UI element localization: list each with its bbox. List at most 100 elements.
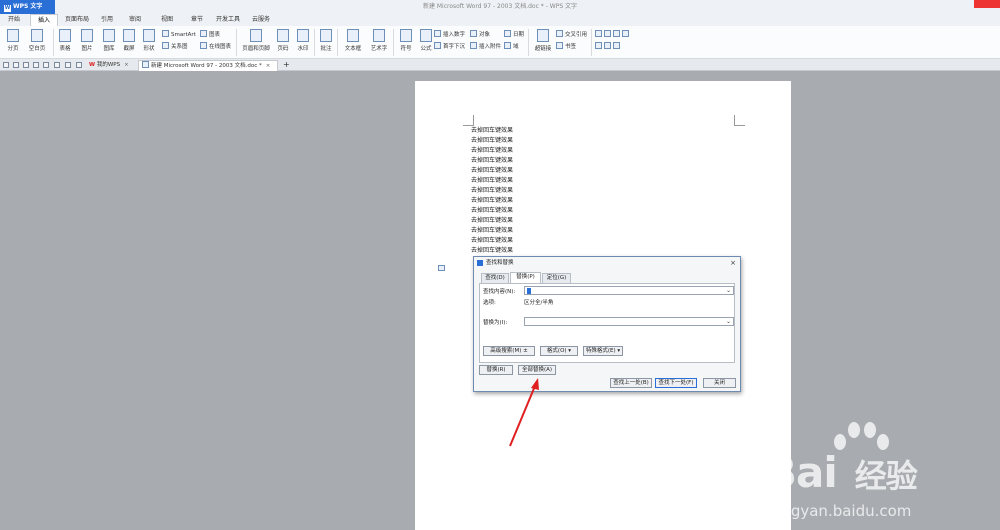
find-previous-button[interactable]: 查找上一处(B) [610, 378, 652, 388]
replace-button[interactable]: 替换(R) [479, 365, 513, 375]
menu-tab-page-layout[interactable]: 页面布局 [62, 14, 92, 26]
text-line: 去掉回车键效果 [471, 177, 514, 184]
text-line: 去掉回车键效果 [471, 207, 514, 214]
shape-icon [143, 29, 155, 42]
online-chart-button[interactable]: 在线图表 [200, 42, 231, 50]
tab-replace[interactable]: 替换(P) [510, 272, 541, 283]
text-line: 去掉回车键效果 [471, 147, 514, 154]
window-close-button[interactable] [974, 0, 1000, 8]
document-icon [142, 61, 149, 68]
blank-page-button[interactable]: 空白页 [24, 29, 50, 52]
attachment-icon [470, 42, 477, 49]
margin-corner-mark [463, 115, 474, 126]
field-button[interactable]: 域 [504, 42, 519, 50]
export-icon[interactable] [23, 62, 29, 68]
ribbon-divider [236, 29, 237, 56]
header-footer-button[interactable]: 页眉和页脚 [240, 29, 272, 52]
smartart-icon [162, 30, 169, 37]
menu-tab-home[interactable]: 开始 [2, 14, 26, 26]
date-button[interactable]: 日期 [504, 30, 524, 38]
options-label: 选项: [483, 300, 496, 306]
text-line: 去掉回车键效果 [471, 127, 514, 134]
page-number-icon [277, 29, 289, 42]
bookmark-button[interactable]: 书签 [556, 42, 576, 50]
print-icon[interactable] [33, 62, 39, 68]
replace-all-button[interactable]: 全部替换(A) [518, 365, 556, 375]
form-text-icon [595, 30, 602, 37]
quick-access-more-icon[interactable] [76, 62, 82, 68]
text-line: 去掉回车键效果 [471, 217, 514, 224]
object-icon [470, 30, 477, 37]
attachment-button[interactable]: 插入附件 [470, 42, 501, 50]
text-line: 去掉回车键效果 [471, 137, 514, 144]
replace-panel: 查找内容(N): ⌄ 选项: 区分全/半角 替换为(I): ⌄ 高级搜索(M) … [479, 283, 735, 363]
dialog-close-icon[interactable]: × [730, 257, 736, 269]
new-tab-button[interactable]: + [280, 60, 290, 71]
page-break-button[interactable]: 分页 [0, 29, 26, 52]
insert-number-button[interactable]: 插入数字 [434, 30, 465, 38]
undo-icon[interactable] [54, 62, 60, 68]
cross-ref-button[interactable]: 交叉引用 [556, 30, 587, 38]
menu-tab-references[interactable]: 引用 [96, 14, 118, 26]
menu-tab-view[interactable]: 视图 [156, 14, 178, 26]
find-replace-dialog: 查找和替换 × 查找(D) 替换(P) 定位(G) 查找内容(N): ⌄ 选项:… [473, 256, 741, 392]
find-next-button[interactable]: 查找下一处(F) [655, 378, 697, 388]
find-label: 查找内容(N): [483, 289, 516, 295]
form-tools-group[interactable] [595, 30, 631, 38]
format-button[interactable]: 格式(O) ▾ [540, 346, 578, 356]
object-button[interactable]: 对象 [470, 30, 490, 38]
gallery-icon [103, 29, 115, 42]
online-chart-icon [200, 42, 207, 49]
chart-button[interactable]: 图表 [200, 30, 220, 38]
paragraph-layout-icon[interactable] [438, 265, 445, 271]
form-options-icon [595, 42, 602, 49]
relation-graph-button[interactable]: 关系图 [162, 42, 188, 50]
tab-my-wps[interactable]: W 我的WPS × [86, 60, 136, 71]
menu-tab-insert[interactable]: 插入 [30, 14, 58, 26]
preview-icon[interactable] [43, 62, 49, 68]
replace-label: 替换为(I): [483, 320, 508, 326]
menu-tab-developer[interactable]: 开发工具 [213, 14, 243, 26]
special-format-button[interactable]: 特殊格式(E) ▾ [583, 346, 623, 356]
text-line: 去掉回车键效果 [471, 157, 514, 164]
insert-number-icon [434, 30, 441, 37]
textbox-button[interactable]: 文本框 [340, 29, 366, 52]
replace-input[interactable]: ⌄ [524, 317, 734, 326]
hyperlink-button[interactable]: 超链接 [530, 29, 556, 52]
redo-icon[interactable] [65, 62, 71, 68]
tab-close-icon[interactable]: × [266, 63, 271, 69]
text-line: 去掉回车键效果 [471, 247, 514, 254]
dialog-close-button[interactable]: 关闭 [703, 378, 736, 388]
shape-button[interactable]: 形状 [136, 29, 162, 52]
text-line: 去掉回车键效果 [471, 197, 514, 204]
lock-icon [613, 42, 620, 49]
tab-document[interactable]: 新建 Microsoft Word 97 - 2003 文档.doc * × [138, 60, 278, 71]
field-icon [504, 42, 511, 49]
menu-tab-cloud[interactable]: 云服务 [248, 14, 274, 26]
menu-tab-review[interactable]: 审阅 [124, 14, 146, 26]
chevron-down-icon[interactable]: ⌄ [726, 318, 731, 326]
chevron-down-icon[interactable]: ⌄ [726, 287, 731, 295]
text-line: 去掉回车键效果 [471, 187, 514, 194]
hyperlink-icon [537, 29, 549, 42]
bookmark-icon [556, 42, 563, 49]
watermark-brand: Bai 经验 [765, 448, 918, 497]
open-icon[interactable] [3, 62, 9, 68]
advanced-search-button[interactable]: 高级搜索(M) ± [483, 346, 535, 356]
document-body[interactable]: 去掉回车键效果 去掉回车键效果 去掉回车键效果 去掉回车键效果 去掉回车键效果 … [471, 126, 513, 256]
drop-cap-button[interactable]: 首字下沉 [434, 42, 465, 50]
smartart-button[interactable]: SmartArt [162, 30, 196, 38]
ribbon-divider [337, 29, 338, 56]
tab-find[interactable]: 查找(D) [481, 273, 509, 283]
tab-close-icon[interactable]: × [124, 62, 129, 68]
watermark-url: jingyan.baidu.com [773, 502, 912, 520]
wordart-button[interactable]: 艺术字 [366, 29, 392, 52]
save-icon[interactable] [13, 62, 19, 68]
table-icon [59, 29, 71, 42]
dialog-title-bar[interactable]: 查找和替换 × [474, 257, 740, 269]
form-options-group[interactable] [595, 42, 622, 50]
tab-goto[interactable]: 定位(G) [542, 273, 571, 283]
comment-button[interactable]: 批注 [313, 29, 339, 52]
find-input[interactable]: ⌄ [524, 286, 734, 295]
menu-tab-chapter[interactable]: 章节 [186, 14, 208, 26]
